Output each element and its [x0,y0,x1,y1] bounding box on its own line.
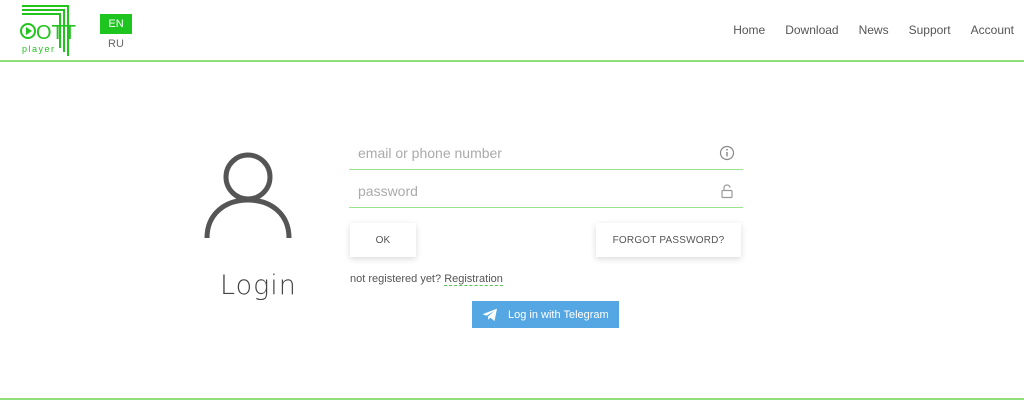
logo-subtext: player [22,44,56,54]
password-field-wrapper [349,174,743,208]
nav-support[interactable]: Support [909,22,951,38]
login-title: Login [220,270,297,301]
ok-button[interactable]: OK [350,223,416,257]
nav-home[interactable]: Home [733,22,765,38]
main-nav: Home Download News Support Account [713,22,1014,38]
language-ru[interactable]: RU [100,38,132,50]
nav-account[interactable]: Account [971,22,1014,38]
telegram-icon [482,308,497,321]
registration-prompt: not registered yet? Registration [350,273,503,286]
header: OTT player EN RU Home Download News Supp… [0,0,1024,62]
lock-icon [721,184,733,199]
nav-download[interactable]: Download [785,22,838,38]
nav-news[interactable]: News [859,22,889,38]
forgot-password-button[interactable]: FORGOT PASSWORD? [596,223,741,257]
language-en[interactable]: EN [100,14,132,34]
telegram-login-label: Log in with Telegram [508,308,609,321]
registration-link[interactable]: Registration [444,273,503,286]
footer-divider [0,398,1024,400]
telegram-login-button[interactable]: Log in with Telegram [472,301,619,328]
not-registered-text: not registered yet? [350,273,442,285]
user-icon [200,150,296,242]
ott-player-logo: OTT player [20,5,76,56]
logo-text: OTT [36,22,76,44]
email-field-wrapper [349,136,743,170]
language-switcher: EN RU [100,14,132,50]
logo[interactable]: OTT player [18,4,76,58]
password-field[interactable] [349,174,743,207]
email-field[interactable] [349,136,743,169]
info-icon [719,145,735,161]
